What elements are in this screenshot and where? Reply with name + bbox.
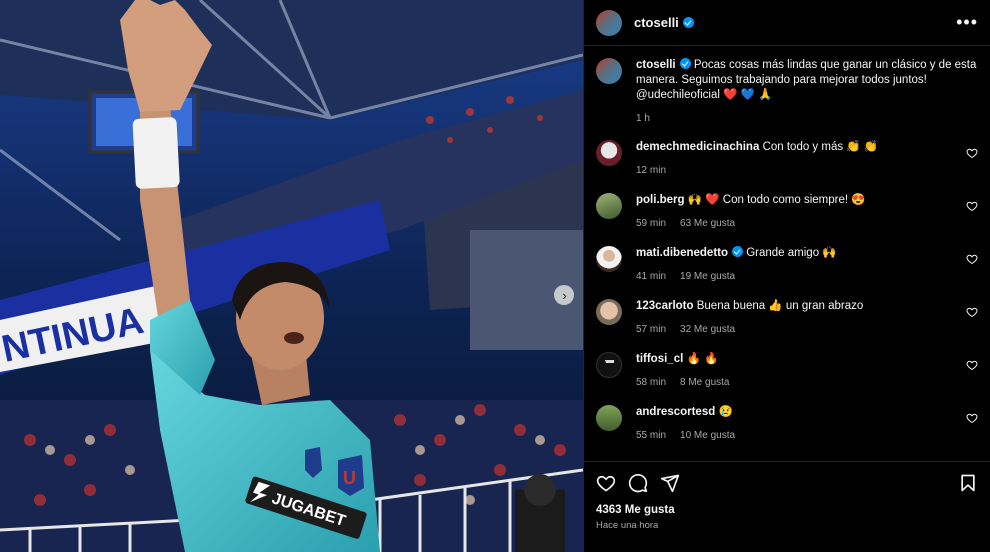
comment-icon[interactable] <box>628 473 648 493</box>
comment-username[interactable]: 123carloto <box>636 300 694 312</box>
avatar[interactable] <box>596 299 622 325</box>
comment-likes[interactable]: 63 Me gusta <box>680 218 735 229</box>
like-heart-icon[interactable] <box>596 473 616 493</box>
comment-username[interactable]: tiffosi_cl <box>636 353 683 365</box>
comment-time: 58 min <box>636 377 667 388</box>
post-actions-bar: 4363 Me gusta Hace una hora <box>584 461 990 552</box>
likes-count[interactable]: 4363 Me gusta <box>596 504 978 516</box>
post-author-username[interactable]: ctoselli <box>634 15 679 30</box>
verified-badge-icon <box>682 17 694 28</box>
comment-likes[interactable]: 10 Me gusta <box>680 430 735 441</box>
avatar[interactable] <box>596 58 622 84</box>
comment-username[interactable]: mati.dibenedetto <box>636 247 728 259</box>
post-caption: ctoselli Pocas cosas más lindas que gana… <box>596 58 978 126</box>
heart-icon[interactable] <box>966 306 978 318</box>
heart-icon[interactable] <box>966 200 978 212</box>
heart-icon[interactable] <box>966 147 978 159</box>
comment-time: 55 min <box>636 430 667 441</box>
caption-time: 1 h <box>636 113 650 124</box>
svg-text:U: U <box>343 468 356 488</box>
stadium-photo: NTINUA U JUGABET <box>0 0 583 552</box>
comment-time: 57 min <box>636 324 667 335</box>
heart-icon[interactable] <box>966 359 978 371</box>
chevron-right-icon: › <box>562 287 567 303</box>
comment-time: 41 min <box>636 271 667 282</box>
avatar[interactable] <box>596 9 622 36</box>
list-item: 123carloto Buena buena 👍 un gran abrazo … <box>596 299 978 338</box>
comment-text: Buena buena 👍 un gran abrazo <box>696 300 864 312</box>
post-side-panel: ctoselli ••• ctoselli Pocas cosas más li… <box>583 0 990 552</box>
heart-icon[interactable] <box>966 253 978 265</box>
comment-text: 🙌 ❤️ Con todo como siempre! 😍 <box>687 194 866 206</box>
comment-time: 59 min <box>636 218 667 229</box>
verified-badge-icon <box>732 246 744 257</box>
next-image-button[interactable]: › <box>554 285 574 305</box>
comment-likes[interactable]: 32 Me gusta <box>680 324 735 335</box>
comment-likes[interactable]: 8 Me gusta <box>680 377 729 388</box>
list-item: tiffosi_cl 🔥 🔥 58 min 8 Me gusta <box>596 352 978 391</box>
comment-username[interactable]: poli.berg <box>636 194 685 206</box>
avatar[interactable] <box>596 193 622 219</box>
comments-list[interactable]: ctoselli Pocas cosas más lindas que gana… <box>584 46 990 461</box>
avatar[interactable] <box>596 405 622 431</box>
avatar[interactable] <box>596 246 622 272</box>
comment-text: Grande amigo 🙌 <box>746 247 837 259</box>
share-icon[interactable] <box>660 473 680 493</box>
list-item: andrescortesd 😢 55 min 10 Me gusta <box>596 405 978 444</box>
bookmark-icon[interactable] <box>958 473 978 493</box>
more-options-icon[interactable]: ••• <box>956 12 978 33</box>
comment-text: 🔥 🔥 <box>686 353 719 365</box>
post-timestamp: Hace una hora <box>596 520 659 531</box>
post-image[interactable]: NTINUA U JUGABET › <box>0 0 583 552</box>
list-item: mati.dibenedetto Grande amigo 🙌 41 min 19… <box>596 246 978 285</box>
verified-badge-icon <box>679 58 691 69</box>
comment-text: 😢 <box>718 406 733 418</box>
comment-username[interactable]: demechmedicinachina <box>636 141 759 153</box>
post-header: ctoselli ••• <box>584 0 990 46</box>
comment-text: Con todo y más 👏 👏 <box>762 141 879 153</box>
comment-username[interactable]: andrescortesd <box>636 406 715 418</box>
heart-icon[interactable] <box>966 412 978 424</box>
avatar[interactable] <box>596 352 622 378</box>
list-item: demechmedicinachina Con todo y más 👏 👏 1… <box>596 140 978 179</box>
comment-time: 12 min <box>636 165 667 176</box>
list-item: poli.berg 🙌 ❤️ Con todo como siempre! 😍 … <box>596 193 978 232</box>
caption-username[interactable]: ctoselli <box>636 59 676 71</box>
comment-likes[interactable]: 19 Me gusta <box>680 271 735 282</box>
avatar[interactable] <box>596 140 622 166</box>
